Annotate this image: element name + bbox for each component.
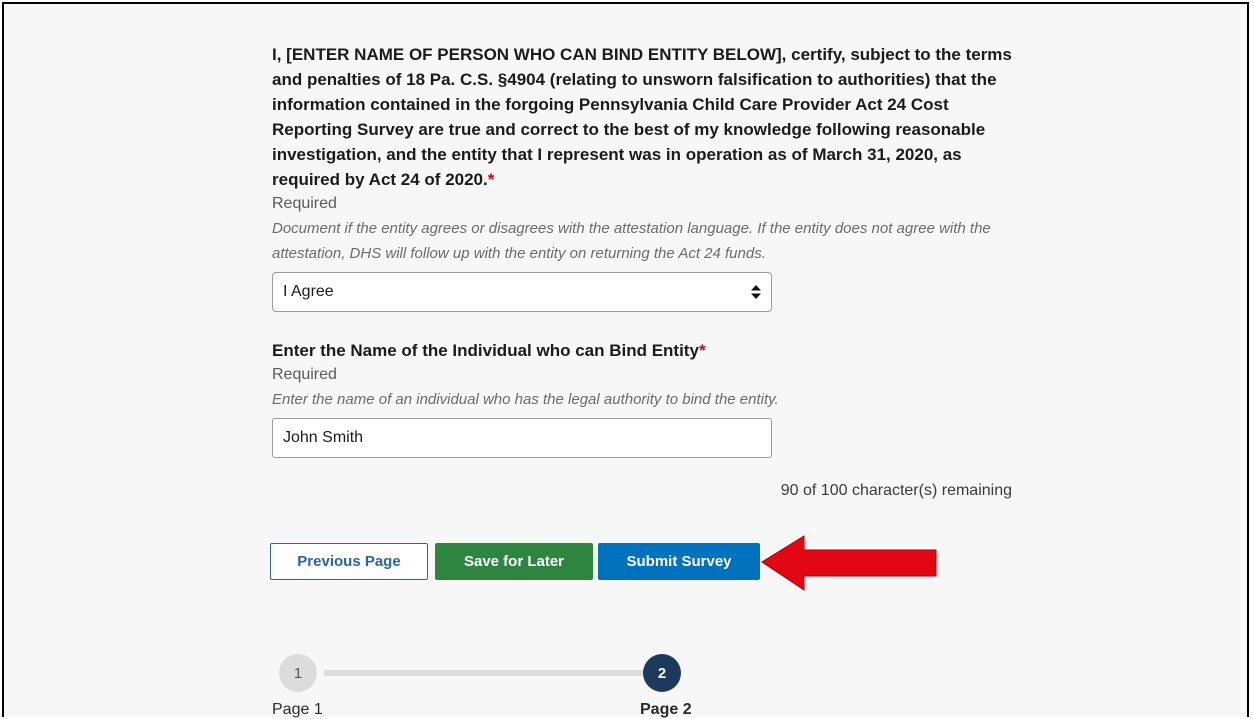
save-for-later-button[interactable]: Save for Later — [435, 543, 593, 580]
step-2-circle[interactable]: 2 — [643, 654, 681, 692]
sort-arrows-icon — [751, 285, 761, 299]
attestation-hint: Document if the entity agrees or disagre… — [272, 220, 991, 262]
bind-name-label-text: Enter the Name of the Individual who can… — [272, 341, 699, 360]
bind-name-label: Enter the Name of the Individual who can… — [272, 338, 1022, 363]
survey-frame: I, [ENTER NAME OF PERSON WHO CAN BIND EN… — [2, 2, 1249, 718]
attestation-question: I, [ENTER NAME OF PERSON WHO CAN BIND EN… — [272, 42, 1022, 192]
step-1-label: Page 1 — [272, 701, 323, 718]
previous-page-button[interactable]: Previous Page — [270, 543, 428, 580]
red-arrow-icon — [761, 535, 937, 591]
attestation-select-value: I Agree — [283, 283, 334, 300]
attestation-required-label: Required — [272, 195, 337, 212]
required-asterisk: * — [487, 170, 495, 189]
bind-name-input[interactable]: John Smith — [272, 418, 772, 458]
step-1-circle[interactable]: 1 — [279, 654, 317, 692]
attestation-select[interactable]: I Agree — [272, 272, 772, 312]
required-asterisk: * — [698, 341, 706, 360]
submit-survey-button[interactable]: Submit Survey — [598, 543, 760, 580]
step-2-label: Page 2 — [640, 701, 692, 718]
attestation-question-text: I, [ENTER NAME OF PERSON WHO CAN BIND EN… — [272, 45, 1012, 189]
character-counter: 90 of 100 character(s) remaining — [780, 482, 1012, 499]
bind-name-hint: Enter the name of an individual who has … — [272, 391, 779, 408]
survey-content: I, [ENTER NAME OF PERSON WHO CAN BIND EN… — [272, 42, 1022, 458]
bind-name-required-label: Required — [272, 366, 337, 383]
progress-track — [324, 670, 648, 676]
